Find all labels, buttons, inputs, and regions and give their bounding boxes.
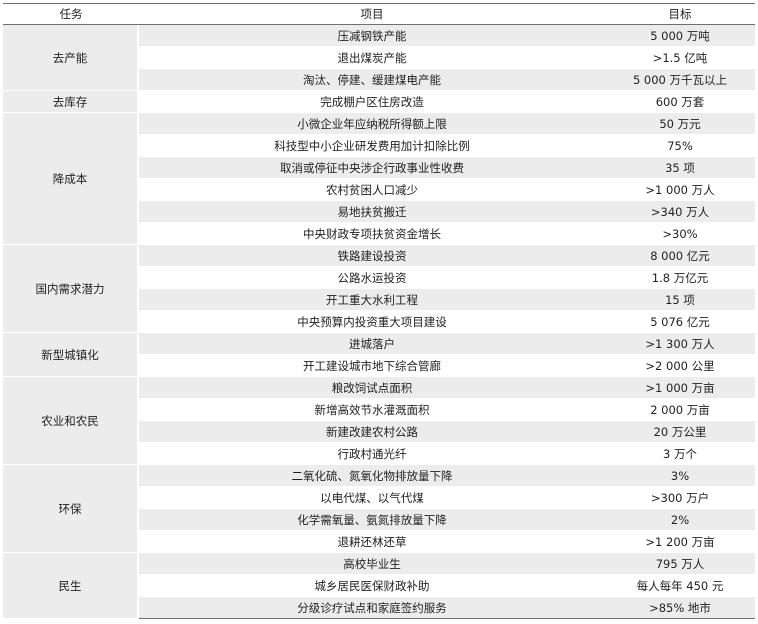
target-cell: 75% — [605, 135, 755, 157]
target-cell: 每人每年 450 元 — [605, 575, 755, 597]
target-cell: >1.5 亿吨 — [605, 47, 755, 69]
item-cell: 分级诊疗试点和家庭签约服务 — [139, 597, 605, 619]
header-task: 任务 — [3, 3, 139, 25]
item-cell: 完成棚户区住房改造 — [139, 91, 605, 113]
item-cell: 淘汰、停建、缓建煤电产能 — [139, 69, 605, 91]
item-cell: 取消或停征中央涉企行政事业性收费 — [139, 157, 605, 179]
header-row: 任务 项目 目标 — [3, 3, 755, 25]
target-cell: >1 200 万亩 — [605, 531, 755, 553]
item-cell: 铁路建设投资 — [139, 245, 605, 267]
item-cell: 压减钢铁产能 — [139, 25, 605, 47]
task-cell: 农业和农民 — [3, 377, 139, 465]
target-cell: >1 000 万人 — [605, 179, 755, 201]
target-cell: 5 000 万吨 — [605, 25, 755, 47]
item-cell: 粮改饲试点面积 — [139, 377, 605, 399]
task-cell: 新型城镇化 — [3, 333, 139, 377]
header-target: 目标 — [605, 3, 755, 25]
item-cell: 退出煤炭产能 — [139, 47, 605, 69]
table-row: 去库存 完成棚户区住房改造 600 万套 — [3, 91, 755, 113]
target-cell: 35 项 — [605, 157, 755, 179]
item-cell: 易地扶贫搬迁 — [139, 201, 605, 223]
table-body: 去产能 压减钢铁产能 5 000 万吨 退出煤炭产能 >1.5 亿吨 淘汰、停建、缓建煤电… — [3, 25, 755, 619]
target-cell: 2% — [605, 509, 755, 531]
target-cell: 5 076 亿元 — [605, 311, 755, 333]
target-cell: 3% — [605, 465, 755, 487]
targets-table: 任务 项目 目标 去产能 压减钢铁产能 5 000 万吨 退出煤炭产能 >1.5 亿吨淘… — [3, 3, 755, 619]
target-cell: 50 万元 — [605, 113, 755, 135]
item-cell: 新建改建农村公路 — [139, 421, 605, 443]
item-cell: 进城落户 — [139, 333, 605, 355]
table-row: 农业和农民 粮改饲试点面积 >1 000 万亩 — [3, 377, 755, 465]
table-row: 去产能 压减钢铁产能 5 000 万吨 — [3, 25, 755, 91]
table-row: 降成本 小微企业年应纳税所得额上限 50 万元 — [3, 113, 755, 245]
table-row: 民生 高校毕业生 795 万人 — [3, 553, 755, 619]
item-cell: 开工建设城市地下综合管廊 — [139, 355, 605, 377]
header-item: 项目 — [139, 3, 605, 25]
target-cell: >85% 地市 — [605, 597, 755, 619]
item-cell: 化学需氧量、氨氮排放量下降 — [139, 509, 605, 531]
item-cell: 科技型中小企业研发费用加计扣除比例 — [139, 135, 605, 157]
item-cell: 新增高效节水灌溉面积 — [139, 399, 605, 421]
task-cell: 国内需求潜力 — [3, 245, 139, 333]
target-cell: >1 300 万人 — [605, 333, 755, 355]
task-cell: 降成本 — [3, 113, 139, 245]
target-cell: 2 000 万亩 — [605, 399, 755, 421]
item-cell: 城乡居民医保财政补助 — [139, 575, 605, 597]
table-row: 国内需求潜力 铁路建设投资 8 000 亿元 — [3, 245, 755, 333]
target-cell: >340 万人 — [605, 201, 755, 223]
task-cell: 去库存 — [3, 91, 139, 113]
target-cell: 600 万套 — [605, 91, 755, 113]
item-cell: 农村贫困人口减少 — [139, 179, 605, 201]
target-cell: >30% — [605, 223, 755, 245]
item-cell: 公路水运投资 — [139, 267, 605, 289]
item-cell: 高校毕业生 — [139, 553, 605, 575]
target-cell: >2 000 公里 — [605, 355, 755, 377]
item-cell: 小微企业年应纳税所得额上限 — [139, 113, 605, 135]
item-cell: 退耕还林还草 — [139, 531, 605, 553]
target-cell: 20 万公里 — [605, 421, 755, 443]
target-cell: 3 万个 — [605, 443, 755, 465]
target-cell: 8 000 亿元 — [605, 245, 755, 267]
target-cell: >1 000 万亩 — [605, 377, 755, 399]
target-cell: >300 万户 — [605, 487, 755, 509]
item-cell: 中央财政专项扶贫资金增长 — [139, 223, 605, 245]
item-cell: 开工重大水利工程 — [139, 289, 605, 311]
task-cell: 去产能 — [3, 25, 139, 91]
task-cell: 民生 — [3, 553, 139, 619]
target-cell: 15 项 — [605, 289, 755, 311]
task-cell: 环保 — [3, 465, 139, 553]
target-cell: 795 万人 — [605, 553, 755, 575]
item-cell: 二氧化硫、氮氧化物排放量下降 — [139, 465, 605, 487]
table-row: 环保 二氧化硫、氮氧化物排放量下降 3% — [3, 465, 755, 553]
item-cell: 行政村通光纤 — [139, 443, 605, 465]
item-cell: 以电代煤、以气代煤 — [139, 487, 605, 509]
target-cell: 1.8 万亿元 — [605, 267, 755, 289]
target-cell: 5 000 万千瓦以上 — [605, 69, 755, 91]
item-cell: 中央预算内投资重大项目建设 — [139, 311, 605, 333]
table-row: 新型城镇化 进城落户 >1 300 万人 — [3, 333, 755, 377]
